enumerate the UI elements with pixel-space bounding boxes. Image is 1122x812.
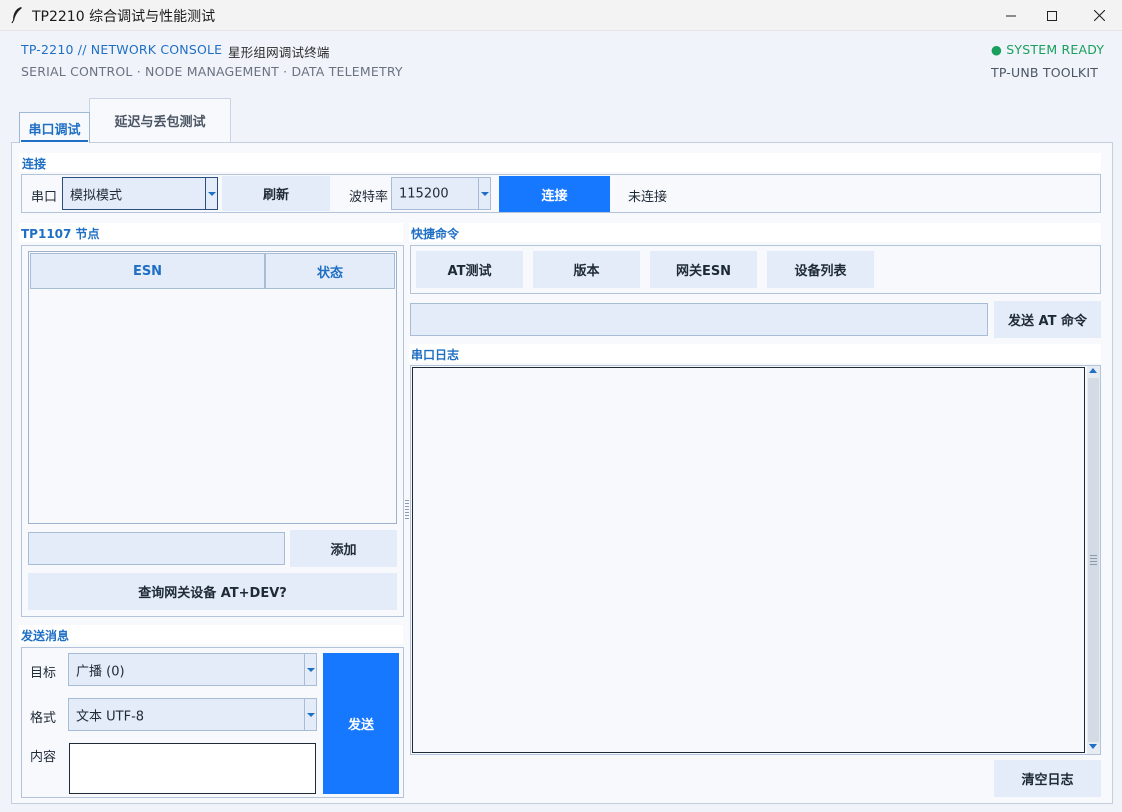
connection-section-label: 连接 [22, 157, 47, 171]
format-select[interactable]: 文本 UTF-8 [68, 698, 317, 731]
target-select-value: 广播 (0) [76, 664, 125, 679]
at-command-input[interactable] [410, 303, 988, 336]
chevron-down-icon[interactable] [304, 699, 316, 730]
quick-commands-section-label: 快捷命令 [411, 227, 460, 241]
send-section-label: 发送消息 [21, 629, 70, 643]
baud-select-value: 115200 [399, 186, 449, 201]
nodes-section-label: TP1107 节点 [21, 227, 100, 241]
port-select-value: 模拟模式 [70, 188, 123, 203]
column-header-esn[interactable]: ESN [30, 253, 265, 289]
tab-latency-test[interactable]: 延迟与丢包测试 [89, 98, 231, 142]
minimize-button[interactable] [988, 0, 1034, 31]
system-status: ● SYSTEM READY [991, 42, 1105, 57]
feather-icon [10, 6, 24, 24]
nodes-table[interactable] [28, 251, 397, 524]
serial-log-text[interactable] [412, 367, 1085, 753]
header-nav: SERIAL CONTROL · NODE MANAGEMENT · DATA … [21, 64, 403, 79]
baud-select[interactable]: 115200 [391, 177, 491, 210]
add-node-button[interactable]: 添加 [290, 530, 397, 567]
send-at-command-button[interactable]: 发送 AT 命令 [994, 301, 1101, 338]
minimize-icon [1006, 15, 1016, 16]
message-content-input[interactable] [69, 743, 316, 794]
header-subtitle: 星形组网调试终端 [228, 45, 330, 60]
tab-serial-debug[interactable]: 串口调试 [19, 112, 90, 143]
toolkit-label: TP-UNB TOOLKIT [991, 65, 1099, 80]
close-icon [1093, 10, 1105, 21]
maximize-button[interactable] [1029, 0, 1075, 31]
close-button[interactable] [1076, 0, 1122, 31]
send-button[interactable]: 发送 [323, 653, 399, 794]
chevron-down-icon[interactable] [205, 178, 217, 209]
format-label: 格式 [30, 711, 57, 726]
grip-icon [1090, 555, 1097, 565]
header-brand: TP-2210 // NETWORK CONSOLE [21, 42, 223, 57]
format-select-value: 文本 UTF-8 [76, 709, 145, 724]
esn-input[interactable] [28, 532, 285, 565]
refresh-button[interactable]: 刷新 [222, 176, 330, 211]
gateway-esn-button[interactable]: 网关ESN [650, 251, 757, 288]
device-list-button[interactable]: 设备列表 [767, 251, 874, 288]
query-devices-button[interactable]: 查询网关设备 AT+DEV? [28, 573, 397, 610]
connection-header-band [19, 153, 1101, 172]
at-test-button[interactable]: AT测试 [416, 251, 523, 288]
chevron-down-icon[interactable] [478, 178, 490, 209]
connection-status: 未连接 [628, 190, 668, 205]
target-label: 目标 [30, 666, 57, 681]
clear-log-button[interactable]: 清空日志 [994, 760, 1101, 797]
target-select[interactable]: 广播 (0) [68, 653, 317, 686]
maximize-icon [1047, 10, 1057, 21]
serial-log-section-label: 串口日志 [411, 348, 460, 362]
active-tab-indicator [21, 140, 88, 142]
port-label: 串口 [31, 190, 58, 205]
log-header-band [409, 344, 1101, 363]
pane-splitter-handle[interactable] [405, 500, 409, 520]
baud-label: 波特率 [349, 190, 389, 205]
connect-button[interactable]: 连接 [499, 176, 610, 212]
send-header-band [19, 625, 403, 644]
quick-header-band [409, 223, 1101, 242]
scroll-up-arrow-icon[interactable] [1089, 368, 1097, 373]
port-select[interactable]: 模拟模式 [62, 177, 218, 210]
column-header-status[interactable]: 状态 [265, 253, 395, 289]
content-label: 内容 [30, 750, 57, 765]
version-button[interactable]: 版本 [533, 251, 640, 288]
scroll-down-arrow-icon[interactable] [1089, 744, 1097, 749]
chevron-down-icon[interactable] [304, 654, 316, 685]
window-title: TP2210 综合调试与性能测试 [32, 9, 216, 25]
